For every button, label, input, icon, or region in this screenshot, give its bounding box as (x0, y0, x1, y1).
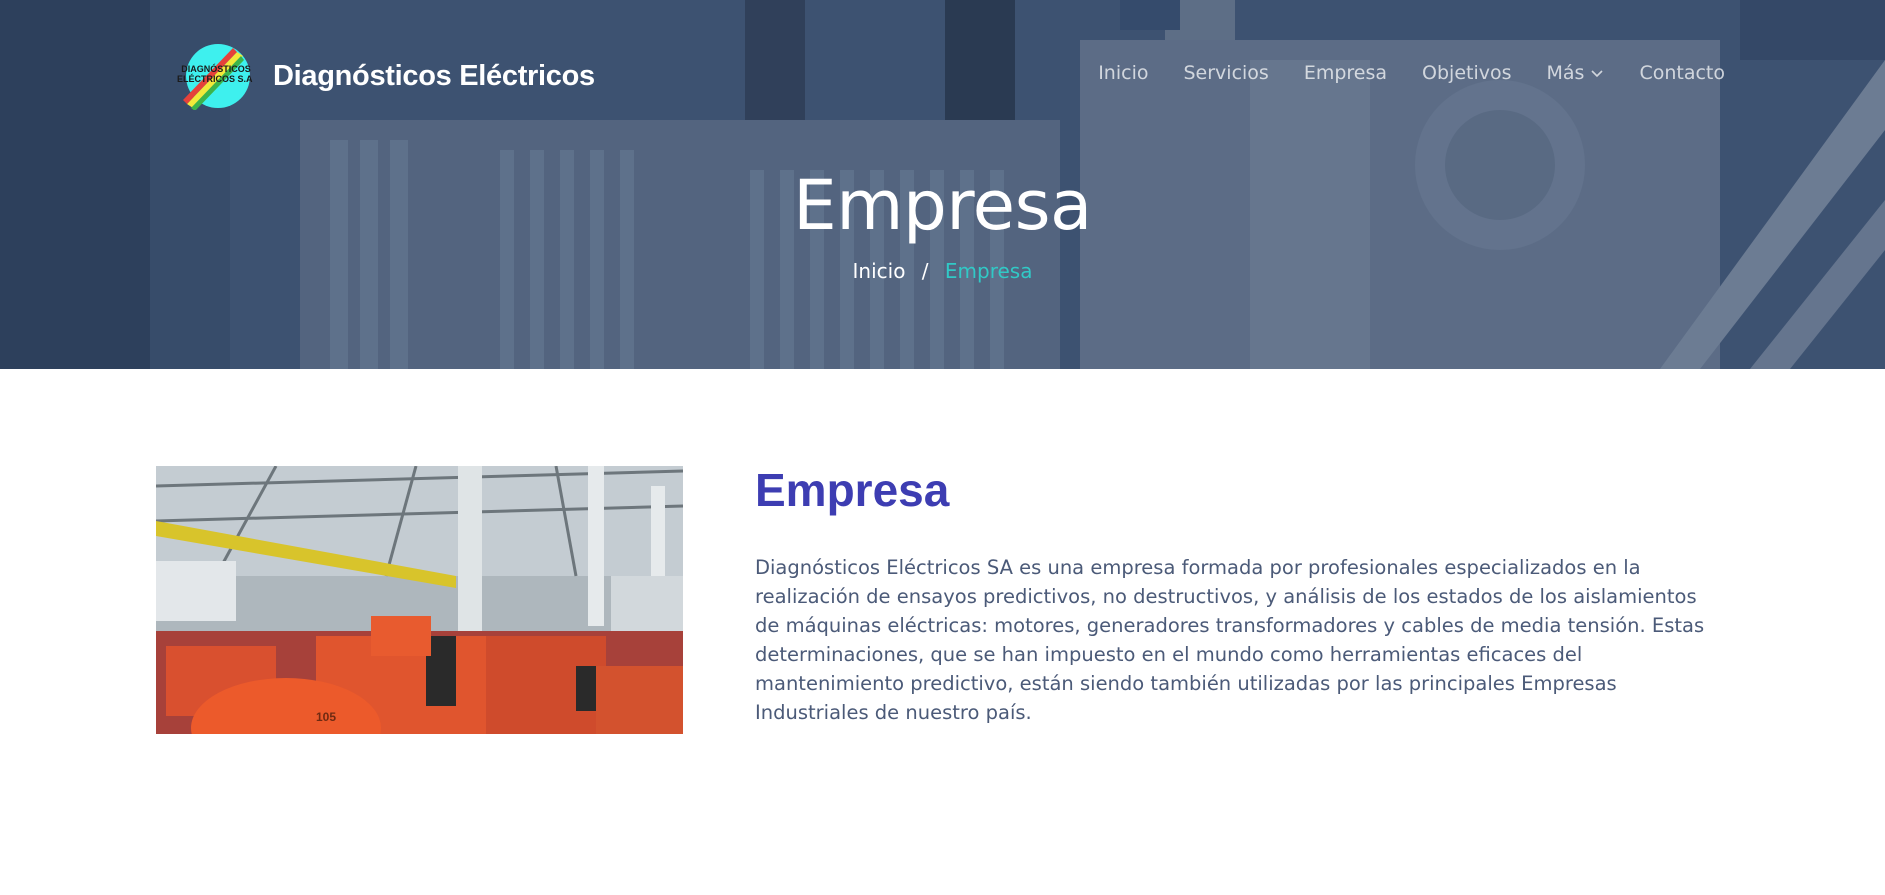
breadcrumb-home-link[interactable]: Inicio (853, 259, 906, 283)
nav-item-objetivos[interactable]: Objetivos (1422, 62, 1511, 84)
chevron-down-icon (1590, 62, 1604, 84)
hero-section: DIAGNÓSTICOS ELÉCTRICOS S.A. Diagnóstico… (0, 0, 1885, 369)
nav-item-label: Servicios (1183, 62, 1269, 84)
nav-item-label: Objetivos (1422, 62, 1512, 84)
about-description: Diagnósticos Eléctricos SA es una empres… (755, 556, 1705, 724)
svg-text:DIAGNÓSTICOS: DIAGNÓSTICOS (181, 63, 251, 74)
nav-item-mas-dropdown[interactable]: Más (1547, 62, 1605, 84)
svg-text:105: 105 (316, 710, 336, 724)
about-image: 105 (156, 466, 683, 734)
about-title: Empresa (755, 464, 950, 516)
nav-item-label: Más (1546, 62, 1585, 84)
nav-item-label: Empresa (1303, 62, 1388, 84)
nav-item-contacto[interactable]: Contacto (1639, 62, 1725, 84)
breadcrumb-separator: / (921, 259, 929, 283)
breadcrumb-current: Empresa (944, 259, 1033, 283)
nav-item-servicios[interactable]: Servicios (1183, 62, 1268, 84)
brand-name: Diagnósticos Eléctricos (273, 59, 595, 92)
brand-logo-icon: DIAGNÓSTICOS ELÉCTRICOS S.A. (177, 42, 255, 111)
nav-item-label: Contacto (1639, 62, 1725, 84)
main-navigation: Inicio Servicios Empresa Objetivos Más C… (1098, 62, 1725, 84)
svg-text:ELÉCTRICOS S.A.: ELÉCTRICOS S.A. (177, 74, 253, 84)
nav-item-label: Inicio (1098, 62, 1149, 84)
breadcrumb: Inicio / Empresa (0, 259, 1885, 283)
brand-logo-link[interactable]: DIAGNÓSTICOS ELÉCTRICOS S.A. Diagnóstico… (177, 42, 595, 111)
nav-item-empresa[interactable]: Empresa (1304, 62, 1387, 84)
page-title: Empresa (793, 166, 1092, 246)
nav-item-inicio[interactable]: Inicio (1098, 62, 1148, 84)
